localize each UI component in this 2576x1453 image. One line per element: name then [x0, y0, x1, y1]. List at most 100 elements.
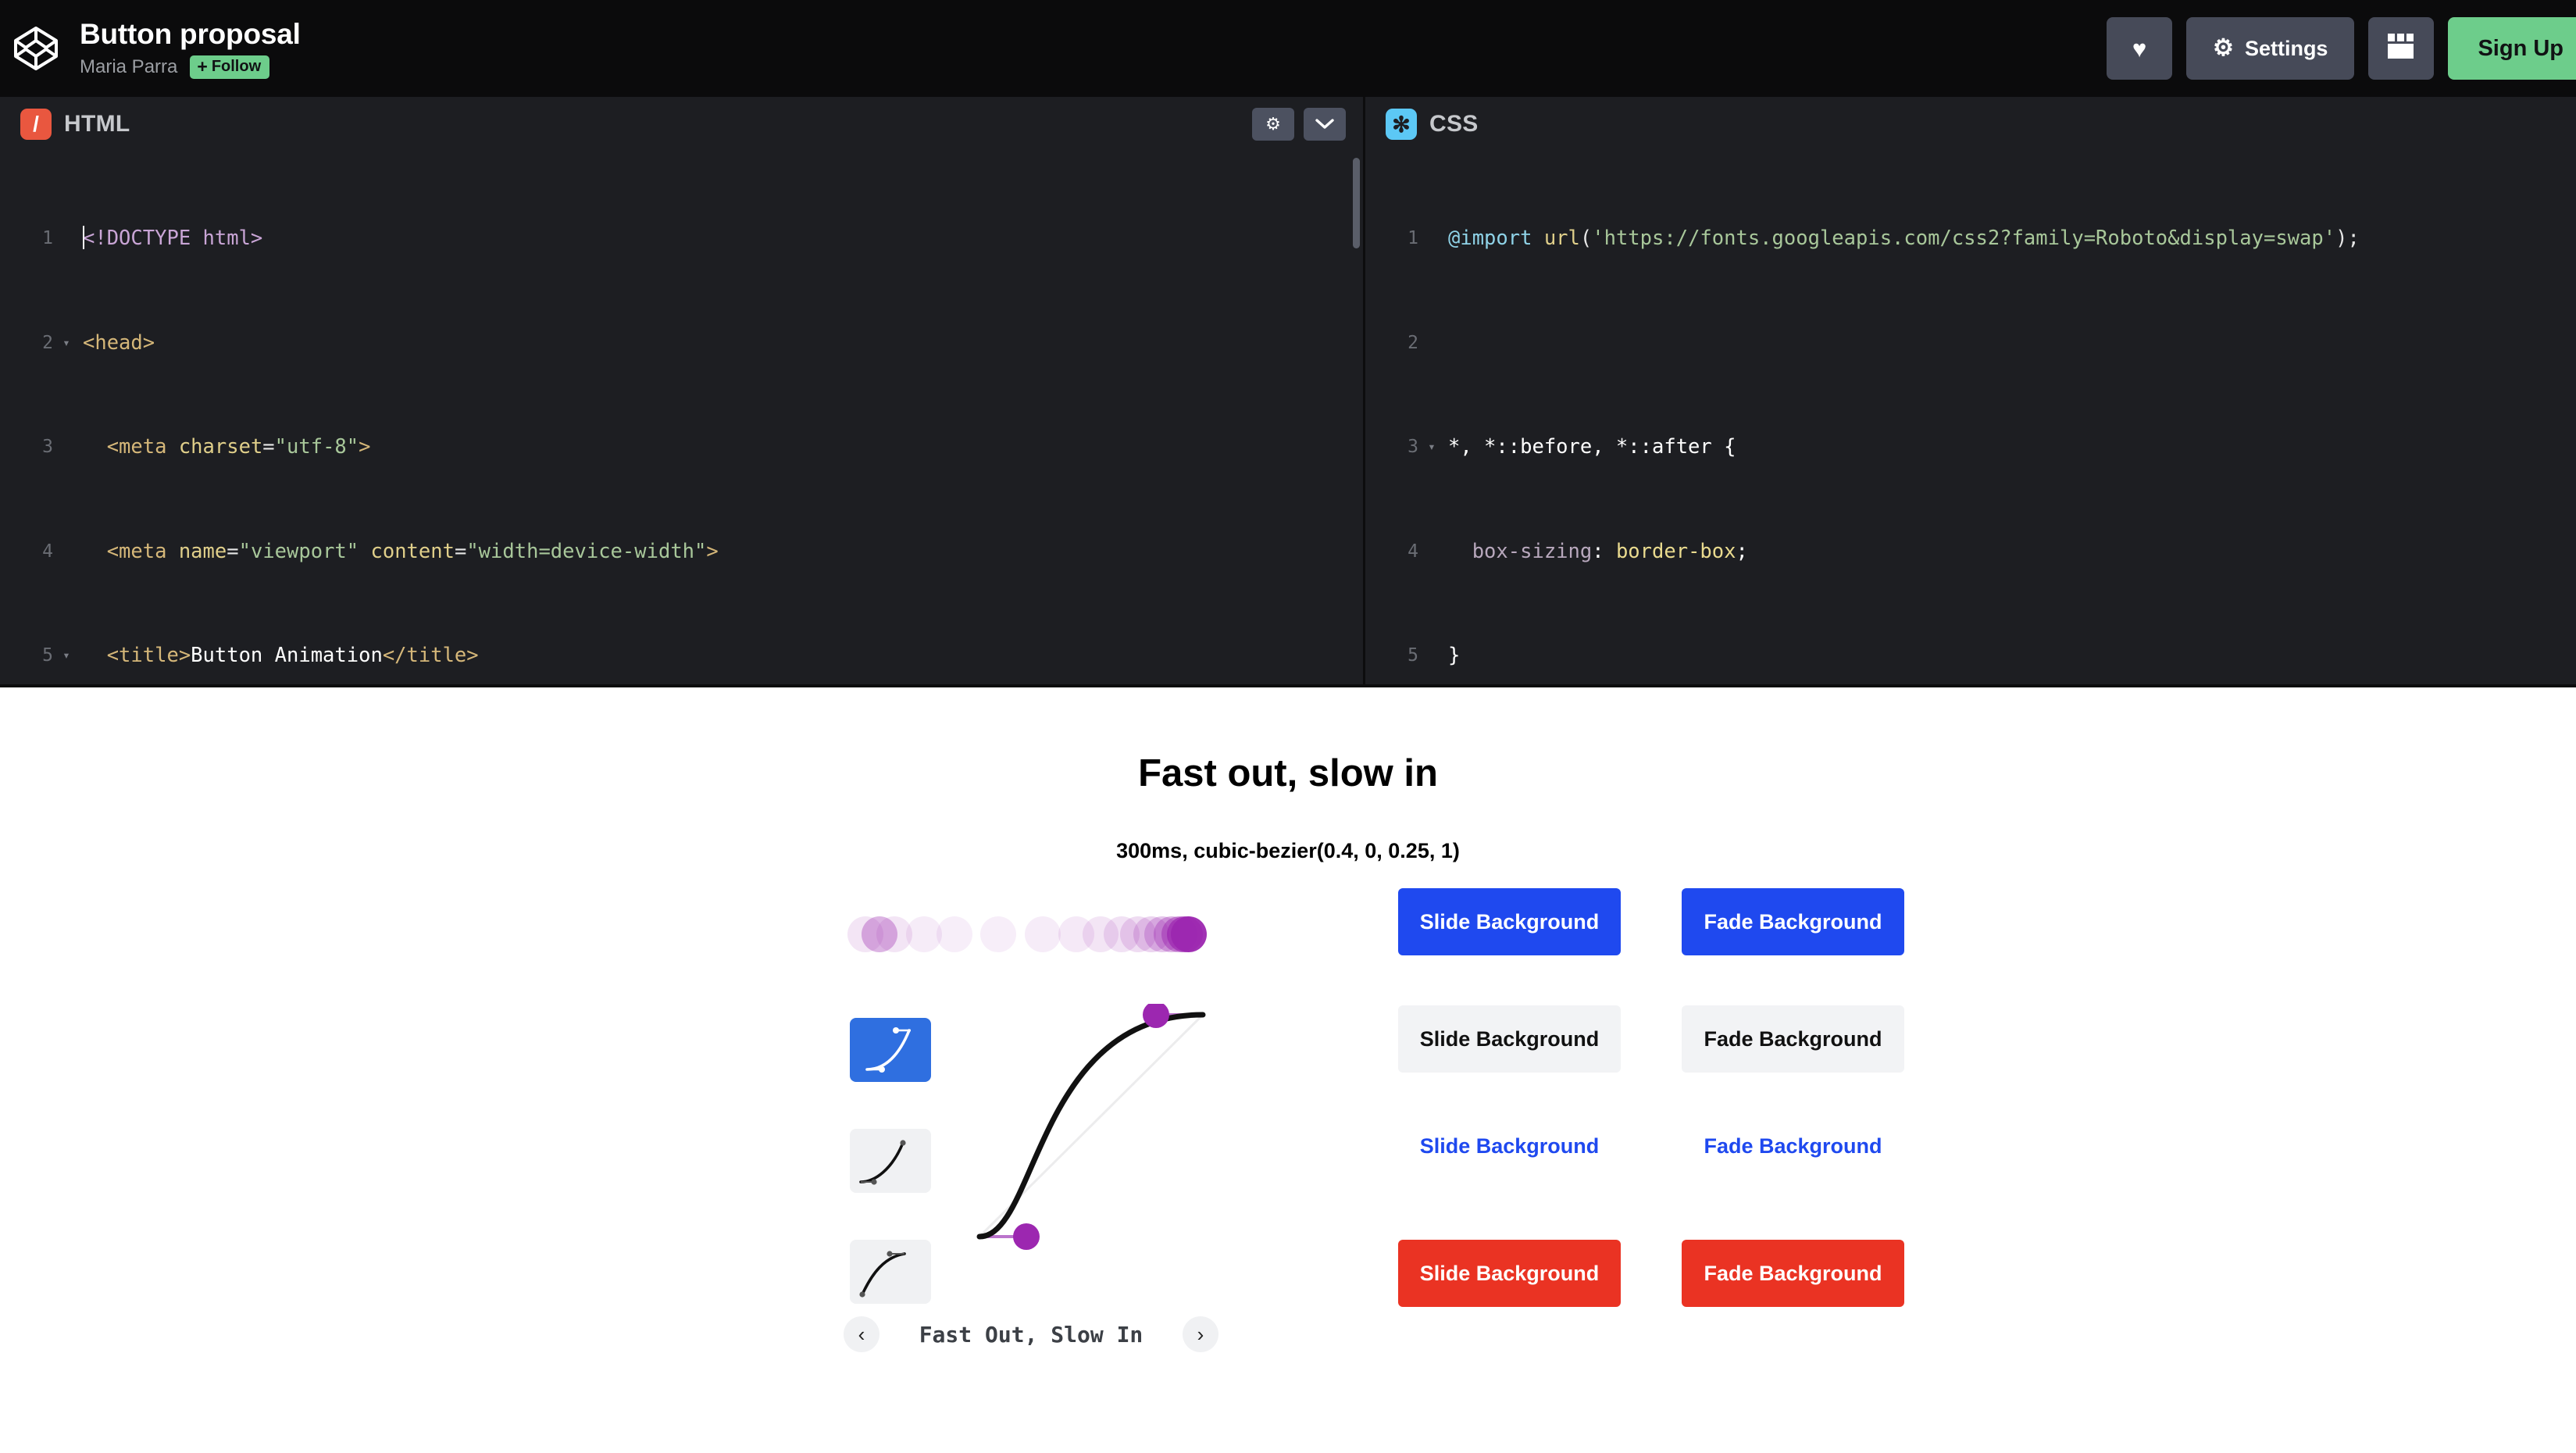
- css-code-area[interactable]: 1 @import url('https://fonts.googleapis.c…: [1365, 152, 2576, 684]
- settings-button[interactable]: ⚙ Settings: [2186, 17, 2355, 80]
- demo-button-cell: Slide Background: [1398, 888, 1621, 1005]
- slide-background-primary-button[interactable]: Slide Background: [1398, 888, 1621, 955]
- css-badge-icon: ✻: [1386, 109, 1417, 140]
- trail-dot: [980, 916, 1016, 952]
- slide-background-subtle-button[interactable]: Slide Background: [1398, 1005, 1621, 1073]
- tab-css[interactable]: ✻ CSS: [1386, 109, 1479, 140]
- demo-button-cell: Slide Background: [1398, 1005, 1621, 1123]
- css-editor-header: ✻ CSS: [1365, 97, 2576, 152]
- html-editor-pane: / HTML ⚙ 1 <!DOCTYPE html> 2 ▾ <head> 3 <me…: [0, 97, 1365, 684]
- top-bar: Button proposal Maria Parra + Follow ♥ ⚙…: [0, 0, 2576, 97]
- preview-heading: Fast out, slow in: [1138, 752, 1438, 794]
- byline: Maria Parra + Follow: [80, 55, 301, 80]
- plus-icon: +: [197, 56, 208, 77]
- line-number: 5: [1408, 645, 1418, 666]
- code-line: 5 ▾ <title>Button Animation</title>: [0, 638, 1363, 673]
- code-text: box-sizing: border-box;: [1448, 539, 1748, 563]
- code-line: 3 ▾ *, *::before, *::after {: [1365, 430, 2576, 465]
- heart-icon: ♥: [2132, 34, 2147, 62]
- demo-button-cell: Slide Background: [1398, 1123, 1621, 1240]
- bezier-preset-thumb-active[interactable]: [850, 1018, 931, 1082]
- html-code-area[interactable]: 1 <!DOCTYPE html> 2 ▾ <head> 3 <meta charse…: [0, 152, 1363, 684]
- html-settings-button[interactable]: ⚙: [1252, 108, 1294, 141]
- code-line: 5}: [1365, 638, 2576, 673]
- follow-button[interactable]: + Follow: [190, 55, 270, 80]
- line-number: 4: [1408, 541, 1418, 562]
- layout-grid-icon: [2388, 33, 2414, 64]
- html-badge-icon: /: [20, 109, 52, 140]
- next-preset-glyph: ›: [1197, 1322, 1204, 1346]
- chevron-left-icon[interactable]: ‹: [844, 1316, 879, 1352]
- bezier-preset-thumb[interactable]: [850, 1240, 931, 1304]
- gear-icon: ⚙: [1265, 114, 1281, 134]
- demo-button-grid: Slide Background Fade Background Slide B…: [1398, 888, 1904, 1357]
- line-number: 1: [42, 228, 53, 248]
- line-number: 2: [42, 332, 53, 353]
- pen-title-block: Button proposal Maria Parra + Follow: [80, 18, 301, 80]
- slide-background-danger-button[interactable]: Slide Background: [1398, 1240, 1621, 1307]
- code-text: }: [1448, 644, 1461, 667]
- slide-background-text-button[interactable]: Slide Background: [1398, 1123, 1621, 1169]
- line-number: 1: [1408, 228, 1418, 248]
- preview-subheading: 300ms, cubic-bezier(0.4, 0, 0.25, 1): [1116, 839, 1460, 862]
- code-line: 4 <meta name="viewport" content="width=d…: [0, 534, 1363, 569]
- code-line: 2 ▾ <head>: [0, 326, 1363, 361]
- chevron-right-icon[interactable]: ›: [1182, 1316, 1218, 1352]
- line-number: 4: [42, 541, 53, 562]
- prev-preset-glyph: ‹: [858, 1322, 865, 1346]
- bezier-handle-p2: [1013, 1223, 1040, 1250]
- gear-icon: ⚙: [2213, 35, 2234, 61]
- top-bar-actions: ♥ ⚙ Settings Sign Up: [2107, 0, 2576, 97]
- follow-button-label: Follow: [211, 58, 262, 76]
- fade-background-subtle-button[interactable]: Fade Background: [1682, 1005, 1904, 1073]
- codepen-logo-icon[interactable]: [6, 19, 66, 78]
- code-line: 1 <!DOCTYPE html>: [0, 221, 1363, 256]
- trail-dot: [1025, 916, 1061, 952]
- author-name[interactable]: Maria Parra: [80, 56, 177, 78]
- line-number: 2: [1408, 332, 1418, 353]
- love-button[interactable]: ♥: [2107, 17, 2173, 80]
- html-collapse-button[interactable]: [1304, 108, 1346, 141]
- code-text: <meta charset="utf-8">: [83, 435, 371, 459]
- code-line: 1 @import url('https://fonts.googleapis.c…: [1365, 221, 2576, 256]
- page-title: Button proposal: [80, 17, 301, 50]
- html-scrollbar[interactable]: [1353, 158, 1360, 248]
- line-number: 5: [42, 645, 53, 666]
- trail-dot: [1171, 916, 1207, 952]
- text-cursor: [83, 226, 84, 249]
- code-line: 3 <meta charset="utf-8">: [0, 430, 1363, 465]
- bezier-preset-thumb[interactable]: [850, 1129, 931, 1193]
- code-text: <!DOCTYPE html>: [83, 226, 263, 250]
- code-text: *, *::before, *::after {: [1448, 435, 1736, 459]
- fade-background-primary-button[interactable]: Fade Background: [1682, 888, 1904, 955]
- sign-up-button[interactable]: Sign Up: [2448, 17, 2576, 80]
- settings-button-label: Settings: [2244, 36, 2328, 60]
- code-line: 2: [1365, 326, 2576, 361]
- trail-dot: [937, 916, 972, 952]
- line-number: 3: [1408, 437, 1418, 457]
- fold-toggle[interactable]: ▾: [56, 326, 77, 361]
- html-editor-header: / HTML ⚙: [0, 97, 1363, 152]
- line-number: 3: [42, 437, 53, 457]
- tab-html[interactable]: / HTML: [20, 109, 130, 140]
- tab-css-label: CSS: [1429, 111, 1479, 137]
- change-view-button[interactable]: [2368, 17, 2435, 80]
- sign-up-label: Sign Up: [2478, 35, 2564, 61]
- fold-toggle[interactable]: ▾: [56, 638, 77, 673]
- demo-button-cell: Slide Background: [1398, 1240, 1621, 1357]
- bezier-curve-editor[interactable]: [969, 1001, 1218, 1254]
- bezier-preset-label: Fast Out, Slow In: [919, 1321, 1144, 1348]
- code-text: @import url('https://fonts.googleapis.co…: [1448, 227, 2360, 250]
- code-line: 4 box-sizing: border-box;: [1365, 534, 2576, 569]
- fold-toggle[interactable]: ▾: [1422, 430, 1442, 465]
- fade-background-danger-button[interactable]: Fade Background: [1682, 1240, 1904, 1307]
- code-text: <title>Button Animation</title>: [83, 644, 479, 667]
- fade-background-text-button[interactable]: Fade Background: [1682, 1123, 1904, 1169]
- code-text: <meta name="viewport" content="width=dev…: [83, 539, 719, 563]
- html-editor-actions: ⚙: [1252, 108, 1363, 141]
- preview-container: ‹ Fast Out, Slow In › Slide Background F…: [0, 879, 2576, 1352]
- chevron-down-icon: [1315, 114, 1335, 134]
- demo-button-cell: Fade Background: [1682, 888, 1904, 1005]
- preview-pane: Fast out, slow in 300ms, cubic-bezier(0.…: [0, 687, 2576, 1453]
- css-editor-pane: ✻ CSS 1 @import url('https://fonts.google…: [1365, 97, 2576, 684]
